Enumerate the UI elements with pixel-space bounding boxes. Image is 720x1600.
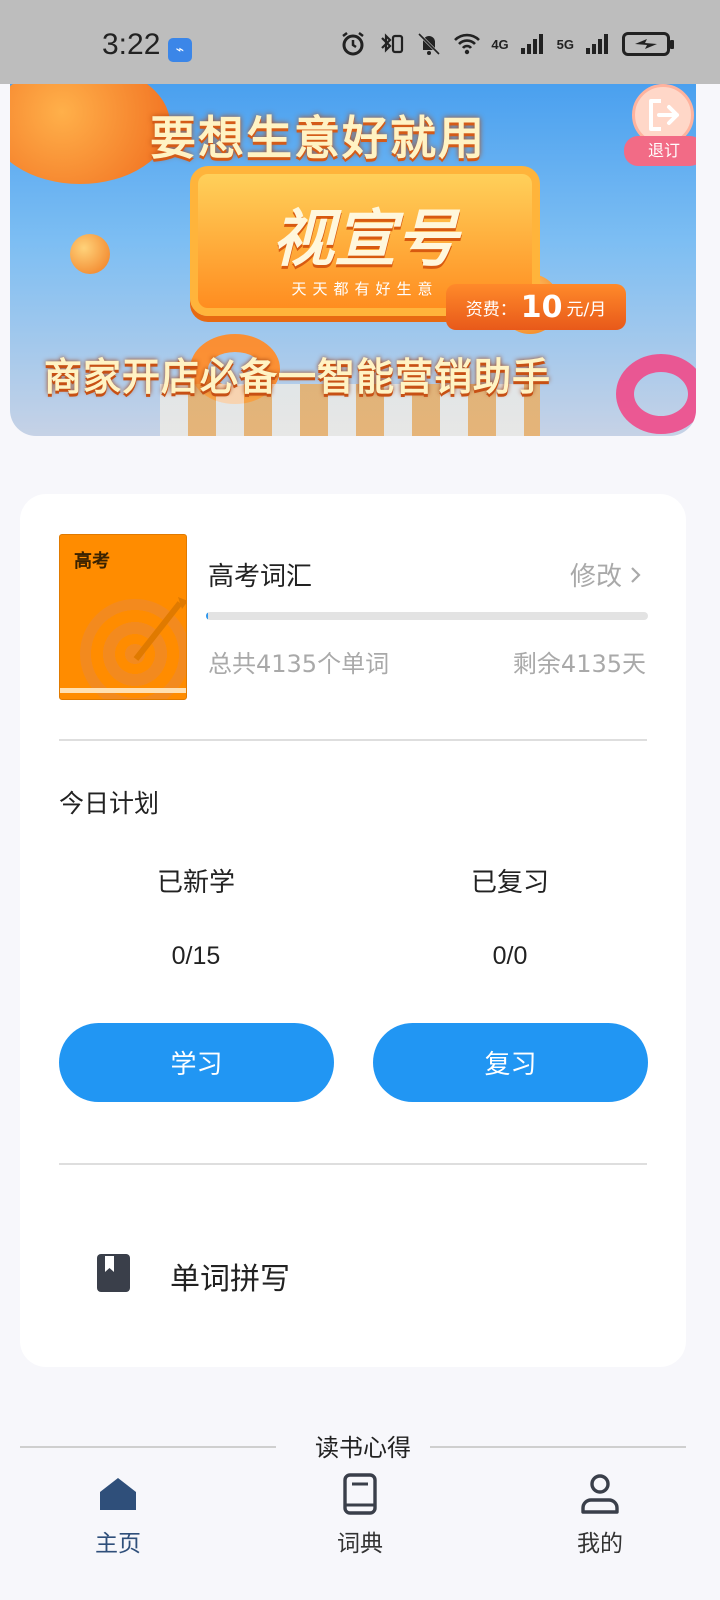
section-heading-text: 读书心得 [315, 1434, 411, 1462]
status-icons: 4G 5G [339, 30, 674, 58]
bottom-nav: 主页 词典 我的 [0, 1462, 720, 1600]
word-spelling-label: 单词拼写 [170, 1262, 290, 1297]
wordbook-title: 高考词汇 [208, 562, 313, 592]
nav-item-profile[interactable]: 我的 [530, 1472, 670, 1572]
price-unit: 元/月 [566, 299, 607, 320]
promo-banner[interactable]: 要想生意好就用 视宣号 天天都有好生意 资费： 10 元/月 商家开店必备一智能… [10, 84, 696, 436]
unsubscribe-button[interactable]: 退订 [622, 84, 696, 174]
cover-label: 高考 [74, 551, 110, 572]
home-icon [100, 1478, 136, 1510]
nav-label-dictionary: 词典 [337, 1531, 383, 1557]
nav-label-profile: 我的 [577, 1531, 623, 1557]
nav-item-home[interactable]: 主页 [48, 1472, 188, 1572]
bookmark-book-icon [97, 1254, 130, 1292]
banner-headline: 要想生意好就用 [150, 111, 486, 165]
learn-button[interactable]: 学习 [59, 1023, 334, 1102]
dart-icon [133, 597, 186, 661]
battery-charging-icon [622, 32, 674, 56]
banner-price-tag: 资费： 10 元/月 [446, 284, 626, 330]
study-card: 高考 高考词汇 修改 总共4135个单词 剩余4135天 今日计划 已新学 已复… [20, 494, 686, 1367]
total-words: 总共4135个单词 [208, 650, 390, 678]
unsubscribe-label: 退订 [624, 136, 696, 166]
wordbook-progress-bar [206, 612, 648, 620]
profile-icon [581, 1474, 619, 1514]
mute-icon [418, 32, 441, 56]
remaining-days: 剩余4135天 [512, 650, 646, 678]
reviewed-label: 已复习 [470, 868, 549, 898]
wordbook-cover[interactable]: 高考 [59, 534, 187, 700]
nav-item-dictionary[interactable]: 词典 [290, 1472, 430, 1572]
modify-wordbook-button[interactable]: 修改 [570, 556, 642, 593]
progress-fill [206, 612, 209, 620]
reviewed-value: 0/0 [492, 942, 528, 970]
modify-label: 修改 [569, 562, 622, 592]
wifi-icon [454, 33, 481, 55]
learned-label: 已新学 [156, 868, 235, 898]
signal-4g-icon [520, 34, 543, 54]
divider [59, 1163, 647, 1165]
signal-5g-icon [586, 34, 608, 54]
chevron-right-icon [631, 566, 641, 583]
bluetooth-vibrate-icon [381, 33, 404, 54]
word-spelling-entry[interactable]: 单词拼写 [20, 1214, 686, 1332]
banner-tagline: 商家开店必备一智能营销助手 [44, 355, 552, 399]
alarm-icon [342, 32, 365, 56]
status-time: 3:22 [102, 28, 161, 61]
price-value: 10 [520, 289, 563, 325]
network-5g-label: 5G [556, 36, 574, 52]
today-plan-title: 今日计划 [59, 789, 160, 818]
price-prefix: 资费： [465, 299, 517, 320]
status-bar: 3:22 ⌁ 4G 5G [0, 0, 720, 84]
usb-debug-icon: ⌁ [168, 38, 192, 62]
nav-label-home: 主页 [95, 1531, 141, 1557]
network-4g-label: 4G [491, 36, 509, 52]
learned-value: 0/15 [171, 942, 221, 970]
banner-brand: 视宣号 [271, 202, 458, 275]
review-button[interactable]: 复习 [373, 1023, 648, 1102]
divider [59, 739, 647, 741]
dictionary-icon [343, 1473, 377, 1515]
